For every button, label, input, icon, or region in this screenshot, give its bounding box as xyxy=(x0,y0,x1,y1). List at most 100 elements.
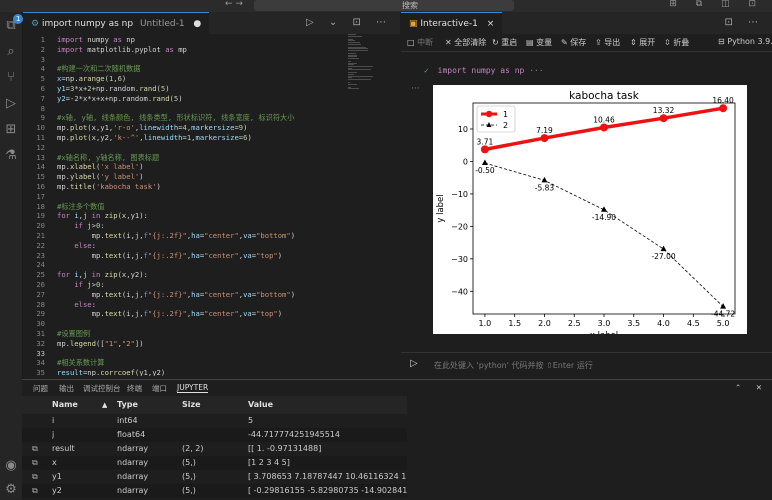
data-viewer-icon[interactable]: ⧉ xyxy=(32,456,38,470)
code-line[interactable]: 28 else: xyxy=(23,300,96,310)
line-number: 6 xyxy=(40,84,45,93)
minimap[interactable] xyxy=(348,34,388,94)
code-line[interactable]: 12 xyxy=(23,143,57,153)
layout-controls[interactable]: ⊞ ⧉ ◫ ⊡ xyxy=(669,0,764,9)
code-line[interactable]: 10 mp.plot(x,y1,'r-o',linewidth=4,markers… xyxy=(23,123,247,133)
testing-icon[interactable]: ⚗ xyxy=(3,148,19,164)
code-line[interactable]: 14 mp.xlabel('x label') xyxy=(23,162,143,172)
code-text: else: xyxy=(74,240,96,250)
code-line[interactable]: 27 mp.text(i,j,f"{j:.2f}",ha="center",va… xyxy=(23,290,295,300)
cell-summary[interactable]: ✓ import numpy as np ··· xyxy=(424,66,544,75)
code-line[interactable]: 26 if j>0: xyxy=(23,280,105,290)
close-tab-icon[interactable]: × xyxy=(487,19,495,29)
data-viewer-icon[interactable]: ⧉ xyxy=(32,470,38,484)
code-line[interactable]: 33 xyxy=(23,349,57,359)
table-row[interactable]: i int64 5 xyxy=(22,414,407,428)
code-line[interactable]: 31 #设置图例 xyxy=(23,329,90,339)
code-line[interactable]: 25 for i,j in zip(x,y2): xyxy=(23,270,148,280)
code-line[interactable]: 35 result=np.corrcoef(y1,y2) xyxy=(23,368,165,376)
code-text: if j>0: xyxy=(74,280,105,289)
code-line[interactable]: 23 mp.text(i,j,f"{j:.2f}",ha="center",va… xyxy=(23,251,282,261)
data-viewer-icon[interactable]: ⧉ xyxy=(32,484,38,498)
code-line[interactable]: 30 xyxy=(23,319,57,329)
search-icon[interactable]: ⌕ xyxy=(3,44,19,60)
code-line[interactable]: 5 x=np.arange(1,6) xyxy=(23,74,127,84)
table-row[interactable]: ⧉ y2 ndarray (5,) [ -0.29816155 -5.82980735 … xyxy=(22,484,407,498)
editor-tab-untitled[interactable]: ⚙ import numpy as np Untitled-1 ● xyxy=(23,12,210,35)
cell-code: import numpy as np xyxy=(437,66,525,75)
code-line[interactable]: 29 mp.text(i,j,f"{j:.2f}",ha="center",va… xyxy=(23,309,282,319)
code-line[interactable]: 32 mp.legend(["1","2"]) xyxy=(23,339,143,349)
sort-asc-icon[interactable]: ▲ xyxy=(102,396,107,414)
unsaved-dot-icon[interactable]: ● xyxy=(193,19,201,29)
code-line[interactable]: 1 import numpy as np xyxy=(23,35,135,45)
code-line[interactable]: 11 mp.plot(x,y2,'k--^',linewidth=1,marker… xyxy=(23,133,251,143)
interactive-input[interactable]: ▷ 在此处键入 'python' 代码并按 ⇧Enter 运行 xyxy=(401,352,772,377)
kernel-picker[interactable]: ⊟ Python 3.9.6 xyxy=(718,37,772,46)
var-value: [ -0.29816155 -5.82980735 -14.90284153 xyxy=(248,486,407,495)
command-search[interactable]: 搜索 xyxy=(254,0,514,11)
table-row[interactable]: j float64 -44.717774251945514 xyxy=(22,428,407,442)
col-type[interactable]: Type xyxy=(117,396,138,414)
code-line[interactable]: 21 mp.text(i,j,f"{j:.2f}",ha="center",va… xyxy=(23,231,295,241)
interrupt-button[interactable]: □ 中断 xyxy=(407,37,433,48)
restart-button[interactable]: ↻ 重启 xyxy=(492,37,517,48)
tab-output[interactable]: 输出 xyxy=(59,383,74,394)
explorer-icon[interactable]: ⧉ 1 xyxy=(3,14,24,34)
series-1-point xyxy=(540,134,549,143)
run-input-icon[interactable]: ▷ xyxy=(410,358,418,369)
variables-button[interactable]: ▤ 变量 xyxy=(526,37,552,48)
code-line[interactable]: 24 xyxy=(23,260,57,270)
export-button[interactable]: ⇪ 导出 xyxy=(595,37,620,48)
save-button[interactable]: ✎ 保存 xyxy=(561,37,586,48)
data-viewer-icon[interactable]: ⧉ xyxy=(32,442,38,456)
expand-button[interactable]: ⇕ 展开 xyxy=(630,37,655,48)
code-line[interactable]: 20 if j>0: xyxy=(23,221,104,231)
settings-gear-icon[interactable]: ⚙ xyxy=(3,482,19,498)
code-line[interactable]: 13 #x轴名称, y轴名称, 图表标题 xyxy=(23,153,159,163)
code-line[interactable]: 16 mp.title('kabocha task') xyxy=(23,182,161,192)
tab-jupyter[interactable]: JUPYTER xyxy=(177,383,209,393)
col-value[interactable]: Value xyxy=(248,396,273,414)
panel-controls[interactable]: ⌃ ✕ xyxy=(735,383,768,392)
code-line[interactable]: 9 #x轴, y轴, 线条颜色, 线条类型, 形状标识符, 线条宽度, 标识符大小 xyxy=(23,113,295,123)
col-name[interactable]: Name xyxy=(52,396,78,414)
code-line[interactable]: 4 #构建一次和二次随机数据 xyxy=(23,64,141,74)
account-icon[interactable]: ◉ xyxy=(3,458,19,474)
output-more-icon[interactable]: ··· xyxy=(411,84,420,94)
editor-scrollbar[interactable] xyxy=(394,34,400,376)
editor-actions[interactable]: ▷ ⌄ ⊡ ⋯ xyxy=(306,12,392,34)
table-row[interactable]: ⧉ result ndarray (2, 2) [[ 1. -0.97131488] xyxy=(22,442,407,456)
code-line[interactable]: 2 import matplotlib.pyplot as mp xyxy=(23,45,187,55)
tab-problems[interactable]: 问题 xyxy=(33,383,48,394)
table-row[interactable]: ⧉ x ndarray (5,) [1 2 3 4 5] xyxy=(22,456,407,470)
interactive-actions[interactable]: ⊡ ⋯ xyxy=(724,12,764,34)
collapse-button[interactable]: ⇳ 折叠 xyxy=(664,37,689,48)
code-line[interactable]: 22 else: xyxy=(23,241,96,251)
var-size: (5,) xyxy=(182,458,196,467)
code-line[interactable]: 7 y2=-2*x*x+x+np.random.rand(5) xyxy=(23,94,183,104)
run-debug-icon[interactable]: ▷ xyxy=(3,96,19,112)
code-line[interactable]: 8 xyxy=(23,104,57,114)
code-line[interactable]: 19 for i,j in zip(x,y1): xyxy=(23,211,148,221)
code-line[interactable]: 17 xyxy=(23,192,57,202)
tab-debug-console[interactable]: 调试控制台 xyxy=(83,383,121,394)
code-line[interactable]: 34 #相关系数计算 xyxy=(23,358,104,368)
clear-all-button[interactable]: ✕ 全部清除 xyxy=(445,37,486,48)
tab-ports[interactable]: 端口 xyxy=(152,383,167,394)
source-control-icon[interactable]: ⑂ xyxy=(3,70,19,86)
tab-terminal[interactable]: 终端 xyxy=(127,383,142,394)
col-size[interactable]: Size xyxy=(182,396,201,414)
code-line[interactable]: 15 mp.ylabel('y label') xyxy=(23,172,143,182)
minimap-line xyxy=(348,83,357,85)
code-line[interactable]: 18 #标注多个数值 xyxy=(23,202,104,212)
extensions-icon[interactable]: ⊞ xyxy=(3,122,19,138)
var-name: i xyxy=(52,416,55,425)
code-line[interactable]: 3 xyxy=(23,55,57,65)
code-editor[interactable]: 1 import numpy as np 2 import matplotlib.py… xyxy=(23,34,343,376)
x-axis-label: x label xyxy=(590,331,618,334)
interactive-tab[interactable]: ▣ Interactive-1 × xyxy=(401,12,503,35)
nav-arrows[interactable]: ← → xyxy=(225,0,243,9)
code-line[interactable]: 6 y1=3*x+2+np.random.rand(5) xyxy=(23,84,170,94)
table-row[interactable]: ⧉ y1 ndarray (5,) [ 3.708653 7.18787447 10.4… xyxy=(22,470,407,484)
